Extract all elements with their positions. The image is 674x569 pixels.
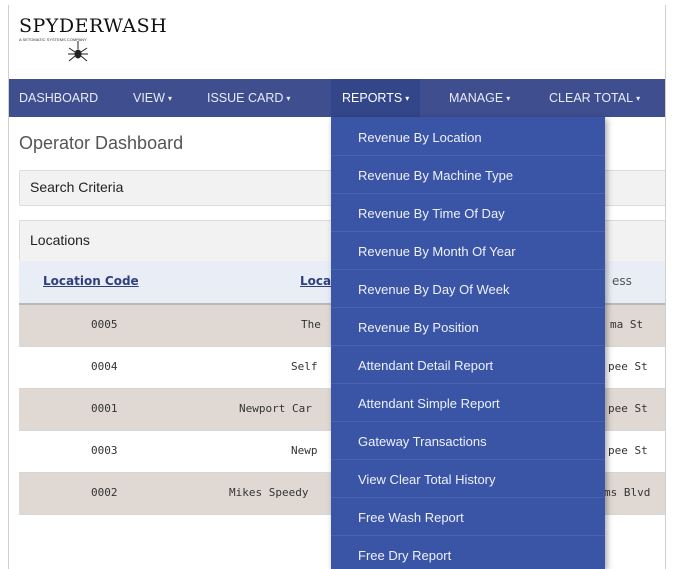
cell-location-code: 0005: [91, 318, 118, 331]
spider-icon: [68, 41, 88, 62]
menu-item-revenue-by-location[interactable]: Revenue By Location: [331, 119, 605, 156]
nav-clear-total-label: CLEAR TOTAL: [549, 91, 634, 105]
menu-item-free-dry-report[interactable]: Free Dry Report: [331, 537, 605, 569]
nav-view-label: VIEW: [133, 91, 165, 105]
cell-location-code: 0003: [91, 444, 118, 457]
cell-location-name: Self: [291, 360, 318, 373]
nav-dashboard[interactable]: DASHBOARD: [19, 79, 98, 117]
menu-item-view-clear-total-history[interactable]: View Clear Total History: [331, 461, 605, 498]
cell-address: pee St: [608, 444, 648, 457]
menu-item-attendant-simple-report[interactable]: Attendant Simple Report: [331, 385, 605, 422]
search-criteria-title: Search Criteria: [30, 179, 124, 195]
cell-location-name: The: [301, 318, 321, 331]
header-location-code[interactable]: Location Code: [43, 274, 139, 288]
cell-address: ma St: [610, 318, 644, 331]
nav-issue-card[interactable]: ISSUE CARD ▾: [207, 79, 290, 117]
chevron-down-icon: ▾: [167, 94, 172, 103]
header-address[interactable]: ess: [612, 274, 632, 288]
cell-location-name: Newport Car: [239, 402, 312, 415]
chevron-down-icon: ▾: [636, 94, 641, 103]
chevron-down-icon: ▾: [506, 94, 511, 103]
chevron-down-icon: ▾: [405, 94, 410, 103]
nav-dashboard-label: DASHBOARD: [19, 91, 99, 105]
cell-location-name: Newp: [291, 444, 318, 457]
nav-view[interactable]: VIEW ▾: [133, 79, 172, 117]
reports-dropdown-menu: Revenue By Location Revenue By Machine T…: [331, 117, 605, 569]
menu-item-free-wash-report[interactable]: Free Wash Report: [331, 499, 605, 536]
nav-issue-card-label: ISSUE CARD: [207, 91, 284, 105]
menu-item-revenue-by-position[interactable]: Revenue By Position: [331, 309, 605, 346]
nav-manage[interactable]: MANAGE ▾: [449, 79, 510, 117]
spyderwash-logo[interactable]: SPYDERWASH A SETOMATIC SYSTEMS COMPANY: [19, 11, 167, 75]
menu-item-gateway-transactions[interactable]: Gateway Transactions: [331, 423, 605, 460]
app-frame: SPYDERWASH A SETOMATIC SYSTEMS COMPANY D…: [8, 5, 666, 569]
menu-item-revenue-by-day-of-week[interactable]: Revenue By Day Of Week: [331, 271, 605, 308]
main-navbar: DASHBOARD VIEW ▾ ISSUE CARD ▾ REPORTS ▾ MAN…: [9, 79, 665, 117]
cell-address: pee St: [608, 360, 648, 373]
nav-reports[interactable]: REPORTS ▾: [331, 79, 421, 117]
cell-address: pee St: [608, 402, 648, 415]
cell-location-code: 0001: [91, 402, 118, 415]
menu-item-revenue-by-time-of-day[interactable]: Revenue By Time Of Day: [331, 195, 605, 232]
menu-item-revenue-by-machine-type[interactable]: Revenue By Machine Type: [331, 157, 605, 194]
nav-reports-label: REPORTS: [342, 91, 403, 105]
header-location-name[interactable]: Loca: [300, 274, 331, 288]
cell-address: ms Blvd: [604, 486, 651, 499]
logo-wordmark: SPYDERWASH: [19, 15, 168, 37]
cell-location-name: Mikes Speedy: [229, 486, 309, 499]
chevron-down-icon: ▾: [286, 94, 291, 103]
cell-location-code: 0002: [91, 486, 118, 499]
menu-item-revenue-by-month-of-year[interactable]: Revenue By Month Of Year: [331, 233, 605, 270]
locations-title: Locations: [30, 232, 90, 248]
cell-location-code: 0004: [91, 360, 118, 373]
nav-manage-label: MANAGE: [449, 91, 504, 105]
menu-item-attendant-detail-report[interactable]: Attendant Detail Report: [331, 347, 605, 384]
nav-clear-total[interactable]: CLEAR TOTAL ▾: [549, 79, 640, 117]
page-title: Operator Dashboard: [19, 133, 184, 153]
